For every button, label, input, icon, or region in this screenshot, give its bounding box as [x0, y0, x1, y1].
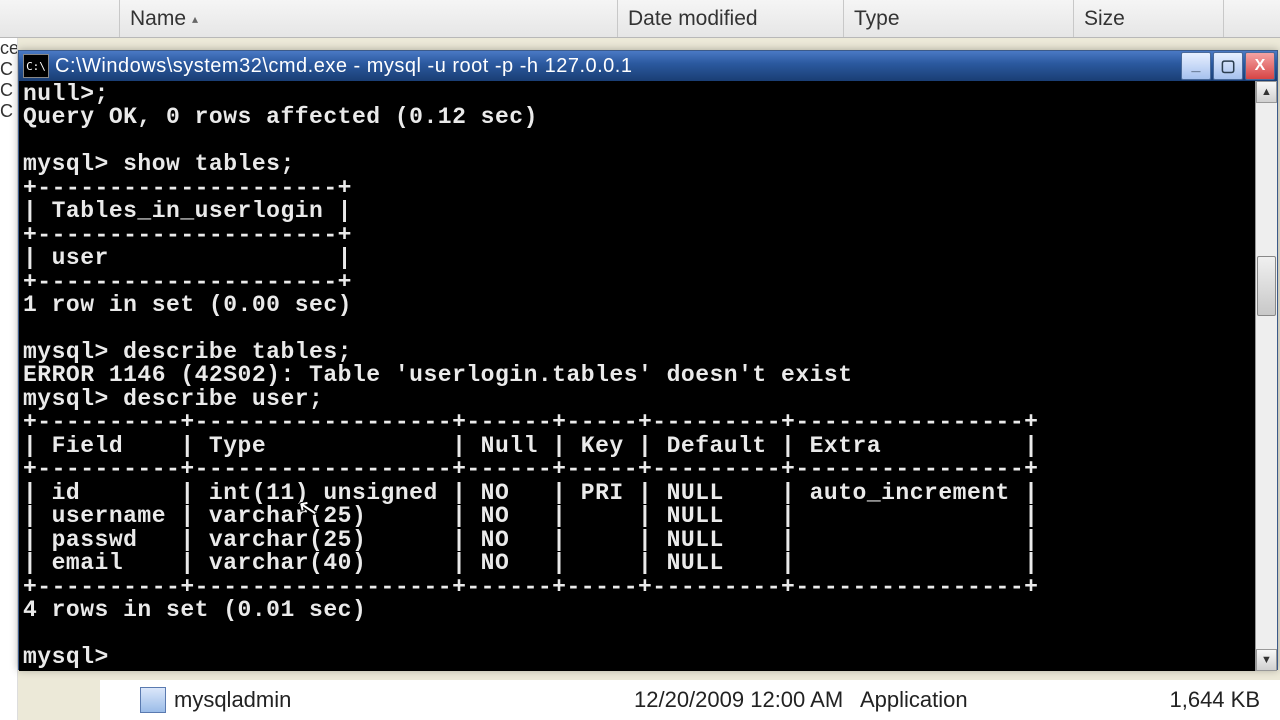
close-button[interactable]: X: [1245, 52, 1275, 80]
cmd-window: C:\ C:\Windows\system32\cmd.exe - mysql …: [18, 50, 1278, 670]
scroll-down-button[interactable]: ▼: [1256, 649, 1277, 671]
explorer-column-headers: Name ▴ Date modified Type Size: [0, 0, 1280, 38]
file-size: 1,644 KB: [1110, 687, 1260, 713]
left-edge-strip: ce C C C: [0, 38, 18, 720]
cmd-title: C:\Windows\system32\cmd.exe - mysql -u r…: [55, 55, 1181, 78]
column-label: Size: [1084, 7, 1125, 31]
column-spacer: [0, 0, 120, 37]
cmd-client-area: null>; Query OK, 0 rows affected (0.12 s…: [19, 81, 1277, 671]
sort-asc-icon: ▴: [192, 12, 198, 26]
column-header-date[interactable]: Date modified: [618, 0, 844, 37]
scroll-up-button[interactable]: ▲: [1256, 81, 1277, 103]
file-list-row[interactable]: mysqladmin 12/20/2009 12:00 AM Applicati…: [100, 680, 1280, 720]
minimize-button[interactable]: _: [1181, 52, 1211, 80]
column-header-name[interactable]: Name ▴: [120, 0, 618, 37]
column-header-size[interactable]: Size: [1074, 0, 1224, 37]
cmd-icon: C:\: [23, 54, 49, 78]
file-date: 12/20/2009 12:00 AM: [634, 687, 860, 713]
vertical-scrollbar[interactable]: ▲ ▼: [1255, 81, 1277, 671]
column-label: Name: [130, 7, 186, 31]
cmd-terminal-output[interactable]: null>; Query OK, 0 rows affected (0.12 s…: [19, 81, 1255, 671]
scroll-thumb[interactable]: [1257, 256, 1276, 316]
file-type: Application: [860, 687, 1110, 713]
application-icon: [140, 687, 166, 713]
scroll-track[interactable]: [1256, 103, 1277, 649]
maximize-button[interactable]: ▢: [1213, 52, 1243, 80]
file-name: mysqladmin: [174, 687, 634, 713]
column-header-type[interactable]: Type: [844, 0, 1074, 37]
cmd-titlebar[interactable]: C:\ C:\Windows\system32\cmd.exe - mysql …: [19, 51, 1277, 81]
column-label: Date modified: [628, 7, 758, 31]
column-label: Type: [854, 7, 900, 31]
